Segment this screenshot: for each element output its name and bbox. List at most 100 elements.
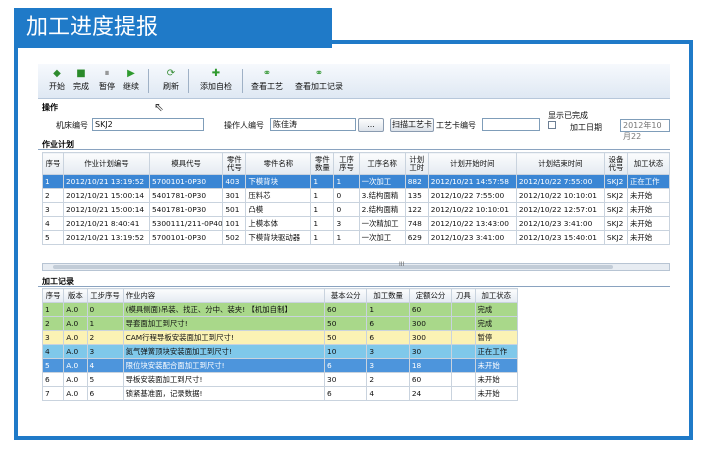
cell: 导套面加工到尺寸!: [122, 316, 326, 331]
start-button[interactable]: ◆ 开始: [46, 67, 68, 95]
column-header[interactable]: 计划结束时间: [515, 152, 605, 175]
column-header[interactable]: 定额公分: [408, 288, 453, 303]
column-header[interactable]: 计划开始时间: [427, 152, 517, 175]
column-header[interactable]: 工序名称: [358, 152, 406, 175]
cell: 1: [86, 316, 124, 331]
toolbar: ◆ 开始 ■ 完成 ⏸ 暂停 ▶ 继续 ⟳ 刷新 ✚ 添加自检 ⚭ 查看工艺 ⚭…: [38, 64, 670, 99]
column-header[interactable]: 零件数量: [310, 152, 335, 175]
operator-label: 操作人编号: [224, 121, 264, 130]
column-header[interactable]: 序号: [41, 288, 65, 303]
refresh-button[interactable]: ⟳ 刷新: [160, 67, 182, 95]
column-header[interactable]: 加工状态: [474, 288, 519, 303]
scan-card-button[interactable]: 扫描工艺卡: [390, 118, 434, 132]
cell: 限位块安装配合面加工到尺寸!: [122, 358, 326, 373]
cell: 2012/10/22 10:10:01: [427, 202, 517, 217]
cell: 1: [333, 174, 360, 189]
cell: 1: [310, 230, 335, 245]
cell: 一次精加工: [358, 216, 406, 231]
column-header[interactable]: 模具代号: [148, 152, 224, 175]
record-row[interactable]: 7 A.0 6 锁紧基准面，记录数据! 6 4 24 未开始: [41, 386, 519, 401]
process-date-label: 加工日期: [570, 123, 602, 132]
cell: 5: [86, 372, 124, 387]
add-self-check-button[interactable]: ✚ 添加自检: [196, 67, 236, 95]
cell: 4: [42, 216, 64, 231]
cell: 30: [408, 344, 453, 359]
app-window: ◆ 开始 ■ 完成 ⏸ 暂停 ▶ 继续 ⟳ 刷新 ✚ 添加自检 ⚭ 查看工艺 ⚭…: [38, 64, 670, 422]
status-cell: 未开始: [626, 188, 670, 203]
cell: 5: [41, 358, 65, 373]
machine-input[interactable]: SKJ2: [92, 118, 204, 131]
cell: 3: [86, 344, 124, 359]
column-header[interactable]: 工序序号: [333, 152, 360, 175]
cell: [451, 344, 476, 359]
operator-input[interactable]: 陈佳涛: [270, 118, 356, 131]
cell: 3: [41, 330, 65, 345]
scrollbar-thumb[interactable]: [53, 265, 613, 269]
column-header[interactable]: 刀具: [451, 288, 476, 303]
status-cell: 完成: [474, 316, 519, 331]
cell: 0: [333, 202, 360, 217]
record-row[interactable]: 6 A.0 5 导板安装面加工到尺寸! 30 2 60 未开始: [41, 372, 519, 387]
cell: 2012/10/21 15:00:14: [62, 188, 150, 203]
status-cell: 未开始: [474, 358, 519, 373]
record-row[interactable]: 4 A.0 3 氮气弹簧顶块安装面加工到尺寸! 10 3 30 正在工作: [41, 344, 519, 359]
column-header[interactable]: 零件名称: [245, 152, 312, 175]
pause-button[interactable]: ⏸ 暂停: [96, 67, 118, 95]
cell: 5300111/211-0P40: [148, 216, 224, 231]
card-number-input[interactable]: [482, 118, 540, 131]
record-row[interactable]: 3 A.0 2 CAM行程导板安装面加工到尺寸! 50 6 300 暂停: [41, 330, 519, 345]
cell: 5401781-0P30: [148, 188, 224, 203]
plan-row[interactable]: 2 2012/10/21 15:00:14 5401781-0P30 301 压料芯 1 0…: [42, 188, 670, 203]
plan-row[interactable]: 4 2012/10/21 8:40:41 5300111/211-0P40 101 上模…: [42, 216, 670, 231]
cell: [451, 372, 476, 387]
cell: 2012/10/21 13:19:52: [62, 230, 150, 245]
cell: 300: [408, 330, 453, 345]
cell: 2012/10/21 15:00:14: [62, 202, 150, 217]
cell: 1: [333, 230, 360, 245]
show-completed-checkbox[interactable]: [548, 121, 556, 129]
cell: 403: [222, 174, 247, 189]
cell: 3: [366, 358, 410, 373]
cell: 1: [310, 202, 335, 217]
plan-row[interactable]: 5 2012/10/21 13:19:52 5700101-0P30 502 下模背块驱…: [42, 230, 670, 245]
cell: 0: [333, 188, 360, 203]
record-row[interactable]: 1 A.0 0 (模具侧面)吊装、找正、分中、装夹! 【机加自制】 60 1 60 完成: [41, 302, 519, 317]
cell: 下模背块驱动器: [245, 230, 312, 245]
cell: 50: [323, 316, 368, 331]
status-cell: 未开始: [474, 386, 519, 401]
status-cell: 暂停: [474, 330, 519, 345]
cell: 3: [366, 344, 410, 359]
cell: 压料芯: [245, 188, 312, 203]
process-date-input[interactable]: 2012年10月22: [620, 119, 670, 141]
cell: 2012/10/23 3:41:00: [515, 216, 605, 231]
browse-operator-button[interactable]: ...: [358, 118, 384, 132]
cell: 5: [42, 230, 64, 245]
cell: 2012/10/21 13:19:52: [62, 174, 150, 189]
plan-row[interactable]: 1 2012/10/21 13:19:52 5700101-0P30 403 下模背块 1…: [42, 174, 670, 189]
column-header[interactable]: 版本: [63, 288, 88, 303]
resume-button[interactable]: ▶ 继续: [120, 67, 142, 95]
view-process-button[interactable]: ⚭ 查看工艺: [248, 67, 286, 95]
column-header[interactable]: 基本公分: [323, 288, 368, 303]
record-row[interactable]: 5 A.0 4 限位块安装配合面加工到尺寸! 6 3 18 未开始: [41, 358, 519, 373]
column-header[interactable]: 设备代号: [603, 152, 628, 175]
record-row[interactable]: 2 A.0 1 导套面加工到尺寸! 50 6 300 完成: [41, 316, 519, 331]
mouse-cursor-icon: ⇖: [154, 100, 165, 114]
complete-button[interactable]: ■ 完成: [70, 67, 92, 95]
column-header[interactable]: 加工状态: [626, 152, 670, 175]
column-header[interactable]: 序号: [42, 152, 64, 175]
plan-row[interactable]: 3 2012/10/21 15:00:14 5401781-0P30 501 凸模 1 0 2…: [42, 202, 670, 217]
column-header[interactable]: 加工数量: [366, 288, 410, 303]
column-header[interactable]: 零件代号: [222, 152, 247, 175]
column-header[interactable]: 计划工时: [404, 152, 429, 175]
column-header[interactable]: 作业内容: [122, 288, 326, 303]
plan-horizontal-scrollbar[interactable]: III: [42, 261, 670, 271]
cell: 501: [222, 202, 247, 217]
cell: [451, 316, 476, 331]
page-title: 加工进度提报: [26, 15, 159, 40]
view-records-button[interactable]: ⚭ 查看加工记录: [290, 67, 348, 95]
machine-label: 机床编号: [56, 121, 88, 130]
column-header[interactable]: 工步序号: [86, 288, 124, 303]
cell: SKJ2: [603, 230, 628, 245]
column-header[interactable]: 作业计划编号: [62, 152, 150, 175]
